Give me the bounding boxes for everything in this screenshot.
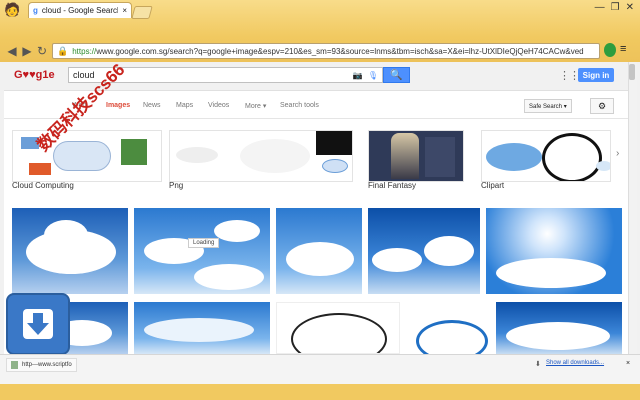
file-icon [11, 361, 18, 369]
sign-in-button[interactable]: Sign in [578, 68, 614, 82]
browser-tab[interactable]: g cloud - Google Search × [28, 2, 132, 18]
related-clipart[interactable] [481, 130, 611, 182]
profile-avatar-icon[interactable]: 🧑 [4, 2, 24, 18]
related-png[interactable] [169, 130, 353, 182]
settings-button[interactable]: ⚙ [590, 98, 614, 114]
search-tools-button[interactable]: Search tools [280, 102, 319, 109]
menu-icon[interactable]: ≡ [620, 43, 626, 55]
related-label-cloud-computing[interactable]: Cloud Computing [12, 181, 74, 190]
image-result[interactable] [276, 208, 362, 294]
show-all-downloads-link[interactable]: Show all downloads... [546, 360, 604, 366]
forward-button[interactable]: ▶ [19, 43, 35, 59]
image-result[interactable] [496, 302, 622, 354]
download-arrow-icon [6, 293, 70, 355]
image-result[interactable] [406, 302, 490, 354]
maximize-icon[interactable]: ❐ [611, 2, 620, 13]
reload-icon: ↻ [36, 44, 48, 58]
tab-title: cloud - Google Search [41, 6, 119, 15]
tab-videos[interactable]: Videos [208, 102, 229, 109]
google-logo[interactable]: G♥♥g1e [14, 69, 55, 81]
reload-button[interactable]: ↻ [34, 43, 50, 59]
download-item-label: http---www.scriptfo [22, 362, 72, 368]
image-result[interactable] [134, 208, 270, 294]
new-tab-button[interactable] [131, 6, 153, 19]
search-button[interactable]: 🔍 [383, 67, 410, 83]
tab-more[interactable]: More ▾ [245, 102, 266, 110]
related-final-fantasy[interactable] [368, 130, 464, 182]
chevron-right-icon[interactable]: › [616, 148, 619, 159]
safesearch-dropdown[interactable]: Safe Search ▾ [524, 99, 572, 113]
download-item[interactable]: http---www.scriptfo [6, 358, 77, 372]
image-result[interactable] [134, 302, 270, 354]
window-controls: — ❐ ✕ [595, 2, 634, 13]
mic-icon[interactable]: 🎙 [368, 71, 378, 80]
image-result[interactable] [486, 208, 622, 294]
lock-icon: 🔒 [57, 45, 69, 56]
image-result[interactable] [276, 302, 400, 354]
url-scheme: https:// [72, 46, 97, 56]
extension-icon[interactable] [604, 43, 616, 57]
camera-icon[interactable]: 📷 [353, 71, 363, 80]
scrollbar-thumb[interactable] [629, 64, 635, 80]
window-bottom-frame [0, 384, 640, 400]
image-result[interactable] [368, 208, 480, 294]
related-label-png[interactable]: Png [169, 181, 183, 190]
webpage: G♥♥g1e cloud 📷 🎙 🔍 ⋮⋮⋮ Sign in Web Image… [4, 62, 636, 354]
page-scrollbar[interactable] [628, 62, 637, 354]
tab-close-icon[interactable]: × [122, 6, 127, 15]
close-window-icon[interactable]: ✕ [626, 2, 634, 13]
url-text: www.google.com.sg/search?q=google+image&… [96, 46, 584, 56]
download-arrow-small-icon: ⬇ [535, 361, 541, 368]
minimize-icon[interactable]: — [595, 2, 605, 13]
forward-arrow-icon: ▶ [22, 44, 32, 58]
download-arrow-svg [23, 309, 53, 339]
tab-images[interactable]: Images [106, 102, 130, 109]
gear-icon: ⚙ [597, 100, 607, 111]
tab-news[interactable]: News [143, 102, 161, 109]
loading-tooltip: Loading [188, 238, 220, 248]
search-icon: 🔍 [390, 69, 403, 81]
related-label-clipart[interactable]: Clipart [481, 181, 504, 190]
tab-maps[interactable]: Maps [176, 102, 193, 109]
close-download-bar-icon[interactable]: × [626, 360, 630, 367]
back-arrow-icon: ◀ [7, 44, 17, 58]
related-label-final-fantasy[interactable]: Final Fantasy [368, 181, 416, 190]
image-result[interactable] [12, 208, 128, 294]
download-shelf [0, 354, 640, 385]
back-button[interactable]: ◀ [4, 43, 20, 59]
address-bar[interactable]: 🔒 https://www.google.com.sg/search?q=goo… [52, 43, 600, 59]
google-favicon-icon: g [33, 6, 38, 15]
